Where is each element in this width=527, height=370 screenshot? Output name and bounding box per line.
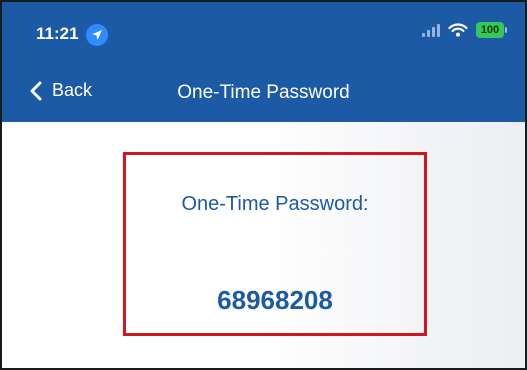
otp-value: 68968208 [217,285,333,315]
location-icon [86,24,108,46]
page-title: One-Time Password [177,82,350,103]
otp-label: One-Time Password: [181,193,369,215]
signal-icon [422,23,440,37]
status-indicators: 100 [422,22,507,38]
header-bar: 11:21 100 Back One-Time Password [2,2,525,122]
battery-icon: 100 [476,22,507,38]
status-time: 11:21 [36,24,79,43]
otp-highlight-box: One-Time Password: 68968208 [123,152,427,336]
battery-level: 100 [476,22,504,38]
screenshot-frame: 11:21 100 Back One-Time Password One-Tim… [0,0,527,370]
main-content: One-Time Password: 68968208 [2,122,525,368]
wifi-icon [448,23,468,37]
navigation-bar: Back One-Time Password [2,72,525,116]
